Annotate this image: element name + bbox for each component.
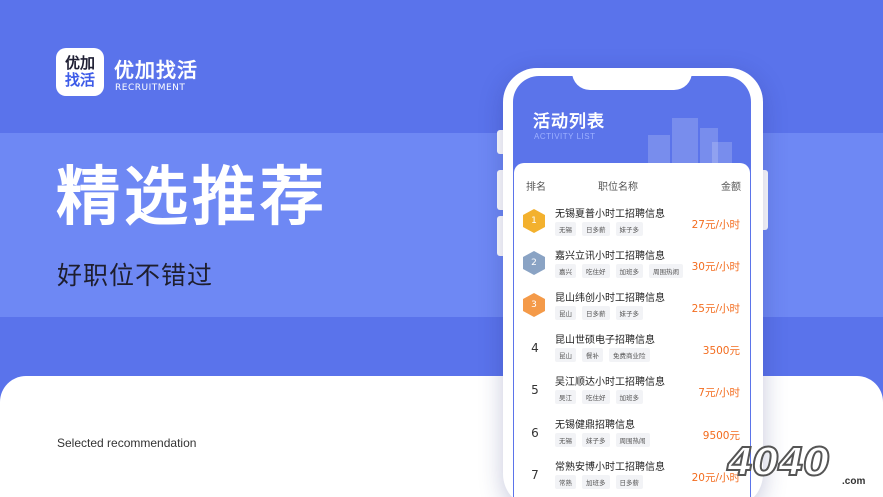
phone-power-button [763, 170, 768, 230]
job-tags: 无锡 日多薪 妹子多 [555, 222, 643, 236]
job-tag: 妹子多 [615, 222, 643, 236]
job-tags: 嘉兴 吃住好 加班多 周围热闹 [555, 264, 683, 278]
job-tag: 吃住好 [582, 264, 610, 278]
logo-line-2: 找活 [64, 71, 95, 89]
job-tag: 常熟 [555, 475, 576, 489]
job-title: 吴江顺达小时工招聘信息 [555, 377, 665, 388]
building-graphic [648, 135, 670, 165]
job-tags: 常熟 加班多 日多薪 [555, 475, 643, 489]
salary-amount: 25元/小时 [691, 303, 740, 315]
job-tag: 嘉兴 [555, 264, 576, 278]
job-tag: 日多薪 [582, 222, 610, 236]
job-tags: 昆山 餐补 免费商业险 [555, 348, 650, 362]
logo-line-1: 优加 [64, 54, 95, 72]
job-tag: 吃住好 [582, 390, 610, 404]
brand-name: 优加找活 [114, 58, 198, 82]
job-row[interactable]: 7 常熟安博小时工招聘信息 常熟 加班多 日多薪 20元/小时 [514, 456, 750, 497]
salary-amount: 30元/小时 [691, 261, 740, 273]
job-tag: 妹子多 [582, 433, 610, 447]
rank-number: 1 [531, 216, 537, 226]
column-header-title: 职位名称 [598, 182, 638, 193]
building-graphic [672, 118, 698, 165]
bronze-medal-icon: 3 [523, 293, 545, 317]
job-tags: 昆山 日多薪 妹子多 [555, 306, 643, 320]
job-tag: 无锡 [555, 433, 576, 447]
screen-subtitle: ACTIVITY LIST [534, 132, 596, 141]
job-tag: 周围热闹 [649, 264, 683, 278]
hero-title: 精选推荐 [56, 161, 328, 235]
rank-number: 7 [531, 468, 539, 482]
job-title: 嘉兴立讯小时工招聘信息 [555, 251, 665, 262]
gold-medal-icon: 1 [523, 209, 545, 233]
job-row[interactable]: 4 昆山世硕电子招聘信息 昆山 餐补 免费商业险 3500元 [514, 329, 750, 371]
job-tag: 昆山 [555, 306, 576, 320]
job-tag: 昆山 [555, 348, 576, 362]
job-row[interactable]: 1 无锡夏普小时工招聘信息 无锡 日多薪 妹子多 27元/小时 [514, 203, 750, 245]
salary-amount: 27元/小时 [691, 219, 740, 231]
job-tags: 无锡 妹子多 周围热闹 [555, 433, 650, 447]
job-title: 昆山纬创小时工招聘信息 [555, 293, 665, 304]
phone-notch [572, 70, 692, 90]
job-row[interactable]: 6 无锡健鼎招聘信息 无锡 妹子多 周围热闹 9500元 [514, 414, 750, 456]
bottom-caption: Selected recommendation [57, 436, 197, 450]
job-title: 无锡健鼎招聘信息 [555, 420, 635, 431]
brand-subtitle: RECRUITMENT [115, 83, 186, 93]
job-title: 常熟安博小时工招聘信息 [555, 462, 665, 473]
job-title: 无锡夏普小时工招聘信息 [555, 209, 665, 220]
job-row[interactable]: 5 吴江顺达小时工招聘信息 吴江 吃住好 加班多 7元/小时 [514, 371, 750, 413]
job-tag: 餐补 [582, 348, 603, 362]
job-tag: 加班多 [582, 475, 610, 489]
rank-number: 6 [531, 426, 539, 440]
job-tag: 日多薪 [582, 306, 610, 320]
rank-number: 3 [531, 300, 537, 310]
job-row[interactable]: 2 嘉兴立讯小时工招聘信息 嘉兴 吃住好 加班多 周围热闹 30元/小时 [514, 245, 750, 287]
job-tag: 周围热闹 [615, 433, 650, 447]
app-logo: 优加 找活 [56, 48, 104, 96]
watermark: 4040 [726, 439, 831, 485]
silver-medal-icon: 2 [523, 251, 545, 275]
column-header-amount: 金额 [721, 182, 741, 193]
job-tags: 吴江 吃住好 加班多 [555, 390, 643, 404]
screen-title: 活动列表 [533, 112, 605, 132]
rank-number: 2 [531, 258, 537, 268]
rank-number: 5 [531, 383, 539, 397]
hero-subtitle: 好职位不错过 [57, 261, 214, 290]
building-graphic [712, 142, 732, 165]
job-row[interactable]: 3 昆山纬创小时工招聘信息 昆山 日多薪 妹子多 25元/小时 [514, 287, 750, 329]
job-tag: 免费商业险 [609, 348, 650, 362]
rank-number: 4 [531, 341, 539, 355]
job-title: 昆山世硕电子招聘信息 [555, 335, 655, 346]
job-tag: 日多薪 [615, 475, 643, 489]
job-tag: 无锡 [555, 222, 576, 236]
job-tag: 妹子多 [615, 306, 643, 320]
column-header-rank: 排名 [526, 182, 546, 193]
watermark-suffix: .com [842, 476, 866, 487]
job-tag: 加班多 [615, 390, 643, 404]
job-tag: 加班多 [615, 264, 643, 278]
salary-amount: 7元/小时 [698, 387, 740, 399]
salary-amount: 3500元 [702, 345, 740, 357]
job-tag: 吴江 [555, 390, 576, 404]
